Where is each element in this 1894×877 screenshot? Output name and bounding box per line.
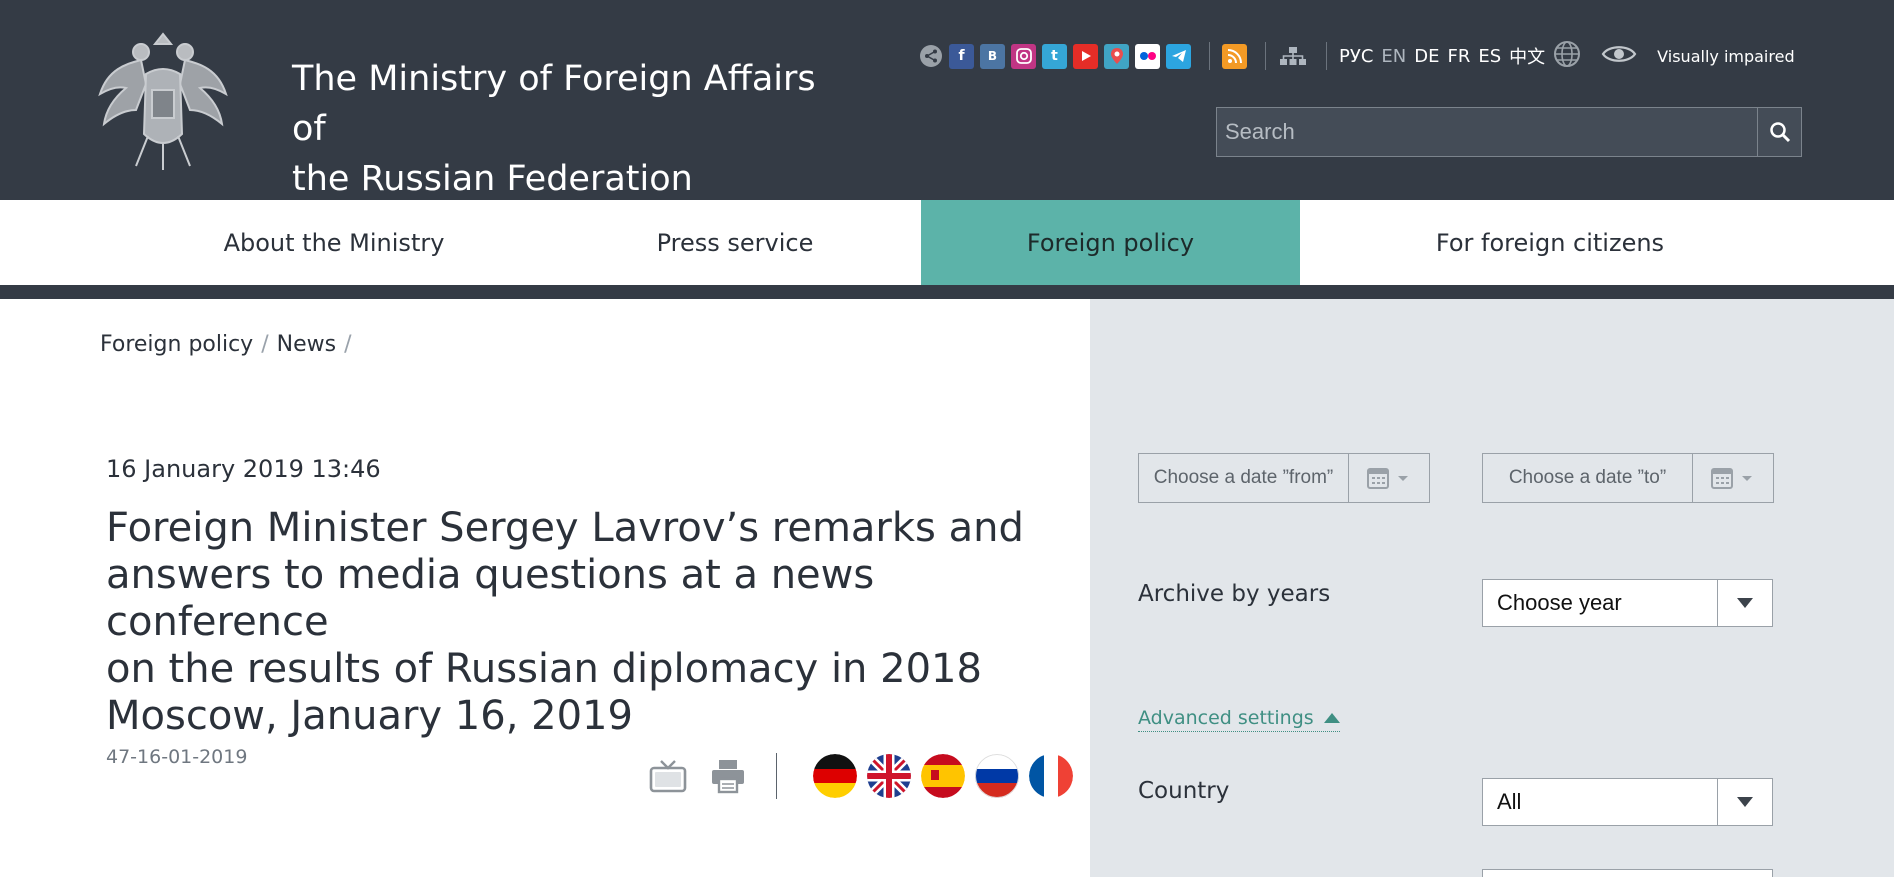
triangle-up-icon xyxy=(1323,713,1340,723)
flickr-icon[interactable] xyxy=(1135,43,1160,69)
breadcrumb-news[interactable]: News xyxy=(277,332,336,357)
article-date: 16 January 2019 13:46 xyxy=(106,455,381,483)
article-title: Foreign Minister Sergey Lavrov’s remarks… xyxy=(106,505,1046,740)
toolbar-divider xyxy=(1326,42,1327,70)
country-label: Country xyxy=(1138,778,1230,804)
breadcrumb-separator: / xyxy=(261,332,269,357)
spanish-flag[interactable] xyxy=(921,754,965,798)
date-to-field[interactable]: Choose a date ”to” xyxy=(1482,453,1774,503)
coat-of-arms-emblem[interactable] xyxy=(96,24,230,174)
site-header: The Ministry of Foreign Affairs of the R… xyxy=(0,0,1894,200)
german-flag[interactable] xyxy=(813,754,857,798)
telegram-icon[interactable] xyxy=(1166,43,1191,69)
lang-russian[interactable]: РУС xyxy=(1339,46,1373,67)
article-title-line3: on the results of Russian diplomacy in 2… xyxy=(106,646,982,692)
search-form xyxy=(1216,107,1802,157)
ministry-title-line1: The Ministry of Foreign Affairs of xyxy=(292,59,816,149)
nav-about-ministry[interactable]: About the Ministry xyxy=(120,200,548,285)
visually-impaired-link[interactable]: Visually impaired xyxy=(1657,47,1794,66)
lang-english[interactable]: EN xyxy=(1381,46,1406,67)
date-from-field[interactable]: Choose a date ”from” xyxy=(1138,453,1430,503)
article-title-line1: Foreign Minister Sergey Lavrov’s remarks… xyxy=(106,505,1024,551)
toolbar-divider xyxy=(1209,42,1210,70)
sitemap-icon[interactable] xyxy=(1278,44,1308,69)
social-toolbar: f B t РУС EN DE FR ES 中文 Visually impair… xyxy=(918,40,1803,72)
article-content: Foreign policy / News / 16 January 2019 … xyxy=(0,299,1090,877)
tumblr-icon[interactable]: t xyxy=(1042,43,1067,69)
search-input[interactable] xyxy=(1217,108,1757,156)
calendar-icon[interactable] xyxy=(1349,454,1429,502)
rss-icon[interactable] xyxy=(1222,43,1247,69)
country-select[interactable]: All xyxy=(1482,778,1773,826)
article-tools xyxy=(648,753,1083,799)
document-number: 47-16-01-2019 xyxy=(106,746,248,768)
instagram-icon[interactable] xyxy=(1011,43,1036,69)
nav-for-foreign-citizens[interactable]: For foreign citizens xyxy=(1300,200,1800,285)
facebook-icon[interactable]: f xyxy=(949,43,974,69)
breadcrumb-foreign-policy[interactable]: Foreign policy xyxy=(100,332,253,357)
russian-flag[interactable] xyxy=(975,754,1019,798)
date-from-placeholder: Choose a date ”from” xyxy=(1139,454,1349,502)
main-navigation: About the Ministry Press service Foreign… xyxy=(0,200,1894,285)
nav-divider-bar xyxy=(0,285,1894,299)
chevron-down-icon[interactable] xyxy=(1718,779,1772,825)
filter-sidebar: Choose a date ”from” Choose a date ”to” … xyxy=(1090,299,1894,877)
advanced-settings-toggle[interactable]: Advanced settings xyxy=(1138,707,1340,732)
breadcrumb-separator: / xyxy=(344,332,352,357)
english-flag[interactable] xyxy=(867,754,911,798)
country-select-value: All xyxy=(1483,779,1718,825)
eye-icon[interactable] xyxy=(1601,43,1637,70)
language-switcher: РУС EN DE FR ES 中文 Visually impaired xyxy=(1339,40,1803,73)
tools-divider xyxy=(776,753,777,799)
share-icon[interactable] xyxy=(918,44,943,69)
print-icon[interactable] xyxy=(708,756,748,796)
year-select-value: Choose year xyxy=(1483,580,1718,626)
youtube-icon[interactable] xyxy=(1073,43,1098,69)
ministry-title-line2: the Russian Federation xyxy=(292,159,693,199)
article-title-line4: Moscow, January 16, 2019 xyxy=(106,693,633,739)
lang-german[interactable]: DE xyxy=(1414,46,1439,67)
chevron-down-icon[interactable] xyxy=(1718,580,1772,626)
article-title-line2: answers to media questions at a news con… xyxy=(106,552,875,645)
periscope-icon[interactable] xyxy=(1104,43,1129,69)
year-select[interactable]: Choose year xyxy=(1482,579,1773,627)
french-flag[interactable] xyxy=(1029,754,1073,798)
calendar-icon[interactable] xyxy=(1693,454,1773,502)
toolbar-divider xyxy=(1265,42,1266,70)
nav-press-service[interactable]: Press service xyxy=(548,200,922,285)
archive-by-years-label: Archive by years xyxy=(1138,581,1331,607)
nav-foreign-policy[interactable]: Foreign policy xyxy=(921,200,1300,285)
lang-chinese[interactable]: 中文 xyxy=(1509,43,1545,69)
search-icon xyxy=(1769,122,1790,143)
date-to-placeholder: Choose a date ”to” xyxy=(1483,454,1693,502)
vkontakte-icon[interactable]: B xyxy=(980,43,1005,69)
lang-spanish[interactable]: ES xyxy=(1478,46,1501,67)
breadcrumb: Foreign policy / News / xyxy=(100,332,360,357)
next-filter-select[interactable] xyxy=(1482,869,1773,877)
search-button[interactable] xyxy=(1757,108,1801,156)
globe-icon[interactable] xyxy=(1553,40,1581,73)
ministry-title[interactable]: The Ministry of Foreign Affairs of the R… xyxy=(292,54,852,204)
lang-french[interactable]: FR xyxy=(1447,46,1470,67)
advanced-settings-label: Advanced settings xyxy=(1138,707,1314,729)
tv-icon[interactable] xyxy=(648,756,688,796)
